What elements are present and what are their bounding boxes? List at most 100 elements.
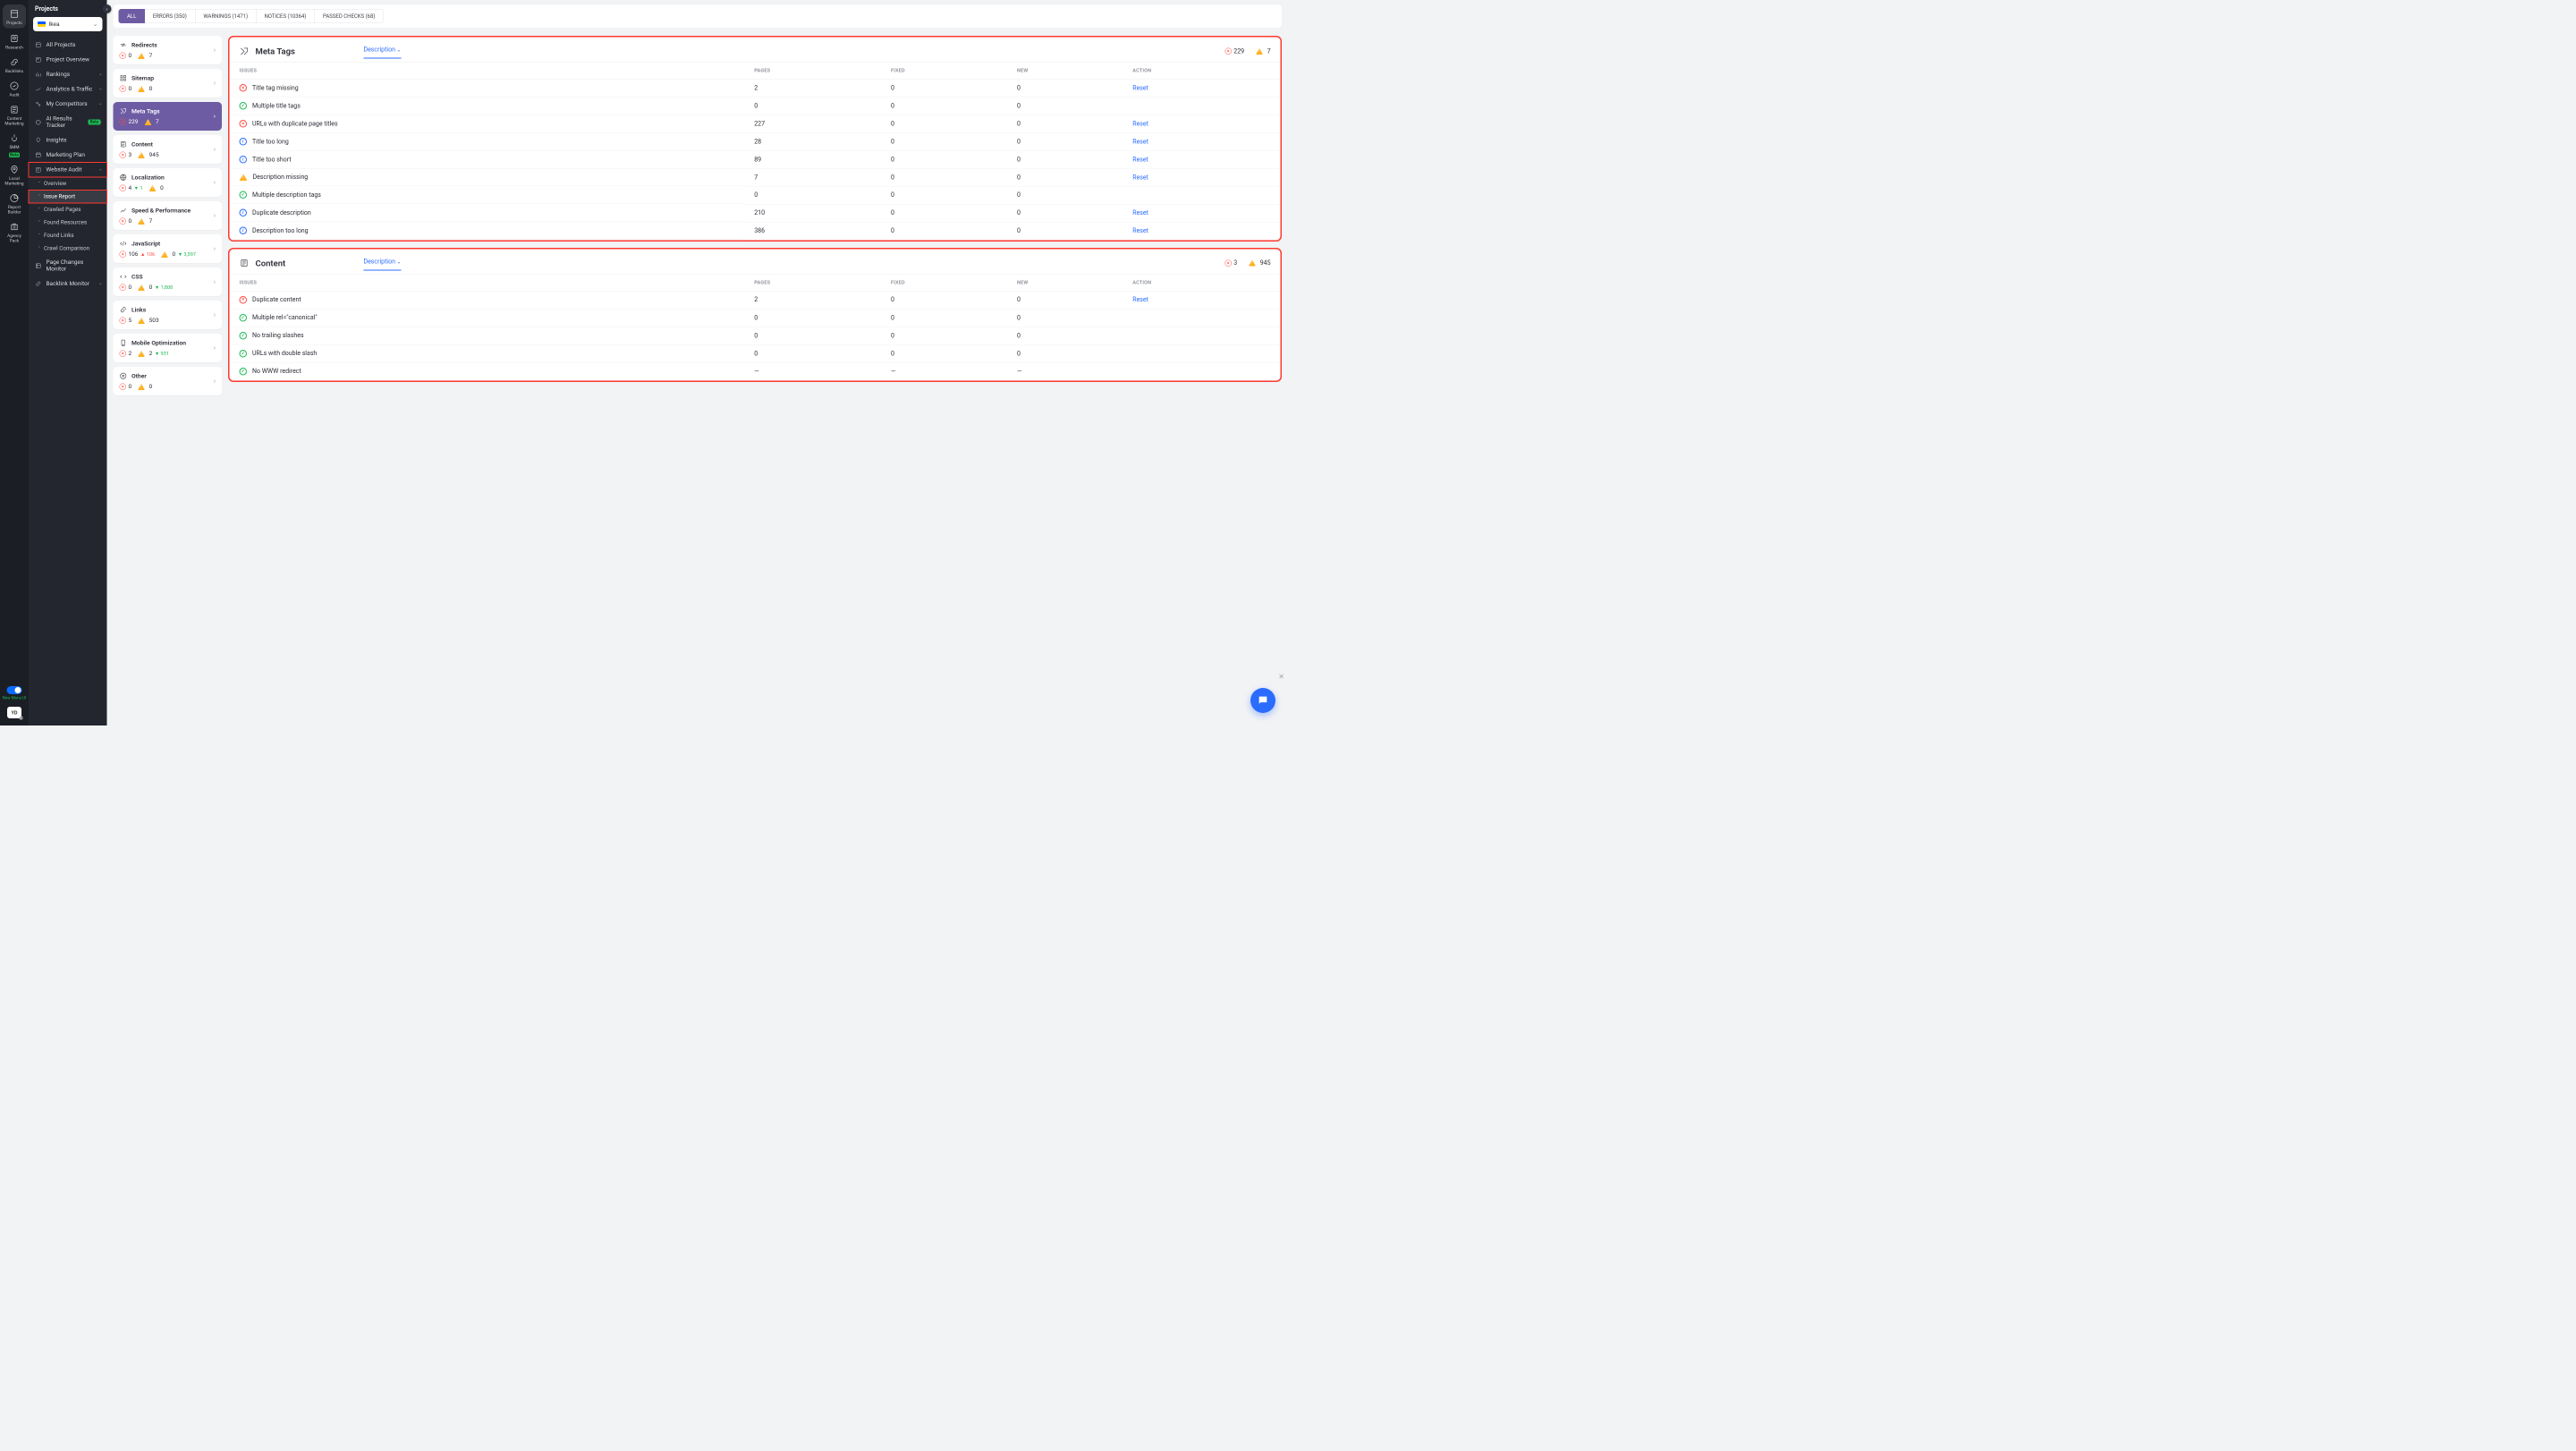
ok-icon [240,368,248,376]
filter-all[interactable]: ALL [119,9,145,23]
nav-project-overview[interactable]: Project Overview [29,53,107,68]
project-name: Ikea [49,21,60,28]
rail-research[interactable]: Research [0,30,29,54]
sidebar-title: Projects [29,0,107,17]
nav-ai-results-tracker[interactable]: AI Results TrackerBeta [29,112,107,133]
reset-link[interactable]: Reset [1132,139,1148,146]
project-select[interactable]: Ikea [33,17,103,31]
filter-warnings[interactable]: WARNINGS (1471) [195,9,256,23]
category-mobile[interactable]: Mobile Optimization 2 2▼ 931 [114,334,223,362]
reset-link[interactable]: Reset [1132,174,1148,181]
rail-agency[interactable]: AgencyPack [0,217,29,246]
reset-link[interactable]: Reset [1132,209,1148,216]
issue-row[interactable]: Duplicate description 21000 Reset [230,204,1281,222]
reset-link[interactable]: Reset [1132,84,1148,91]
reset-link[interactable]: Reset [1132,227,1148,234]
nav-marketing-plan[interactable]: Marketing Plan [29,148,107,163]
panel-content: Content Description 3 945 ISSUESPAGES FI… [228,248,1282,382]
category-other[interactable]: Other 0 0 [114,367,223,395]
rail-report[interactable]: ReportBuilder [0,189,29,217]
rail-projects[interactable]: Projects [3,4,26,29]
issue-row[interactable]: URLs with duplicate page titles 22700 Re… [230,115,1281,133]
reset-link[interactable]: Reset [1132,157,1148,164]
panel-title: Meta Tags [256,47,295,57]
issue-row[interactable]: Description too long 38600 Reset [230,222,1281,240]
project-flag-icon [38,21,46,27]
nav-website-audit[interactable]: Website Audit [29,163,107,178]
user-avatar[interactable]: YD [7,707,21,718]
reset-link[interactable]: Reset [1132,121,1148,128]
warning-icon [1249,260,1256,267]
category-metatags[interactable]: Meta Tags 229 7 [114,102,223,131]
ok-icon [240,314,248,322]
category-links[interactable]: Links 5 503 [114,301,223,329]
subnav-found-resources[interactable]: Found Resources [29,216,107,230]
category-localization[interactable]: Localization 4▼ 1 0 [114,168,223,197]
rail-audit[interactable]: Audit [0,77,29,101]
issue-row[interactable]: Description missing 700 Reset [230,169,1281,187]
sidebar: ‹ Projects Ikea All ProjectsProject Over… [29,0,107,726]
ok-icon [240,102,248,110]
panel-title: Content [256,258,286,268]
issue-row[interactable]: No trailing slashes 000 [230,327,1281,344]
issue-row[interactable]: Duplicate content 200 Reset [230,291,1281,309]
nav-all-projects[interactable]: All Projects [29,38,107,53]
category-speed[interactable]: Speed & Performance 0 7 [114,201,223,230]
issue-row[interactable]: Title tag missing 200 Reset [230,79,1281,97]
collapse-sidebar-button[interactable]: ‹ [103,4,112,13]
reset-link[interactable]: Reset [1132,296,1148,303]
nav-my-competitors[interactable]: My Competitors [29,97,107,112]
content-icon [240,259,250,268]
rail-backlinks[interactable]: Backlinks [0,53,29,77]
info-icon [240,209,248,217]
category-content[interactable]: Content 3 945 [114,135,223,164]
close-icon[interactable]: ✕ [1278,673,1284,682]
chat-fab[interactable] [1250,688,1275,713]
filter-bar: ALLERRORS (350)WARNINGS (1471)NOTICES (1… [114,4,1283,28]
error-icon [1224,259,1232,267]
rail-content[interactable]: ContentMarketing [0,100,29,129]
subnav-found-links[interactable]: Found Links [29,229,107,242]
issue-row[interactable]: Multiple title tags 000 [230,98,1281,115]
rail-local[interactable]: LocalMarketing [0,160,29,189]
category-column: Redirects 0 7 Sitemap 0 0 Meta Tags 229 … [114,36,223,726]
err-icon [240,120,248,128]
category-sitemap[interactable]: Sitemap 0 0 [114,69,223,98]
filter-passed[interactable]: PASSED CHECKS (68) [315,9,384,23]
nav-insights[interactable]: Insights [29,133,107,148]
meta-tags-icon [240,47,250,56]
nav-page-changes-monitor[interactable]: Page Changes Monitor [29,255,107,276]
issue-row[interactable]: Title too long 2800 Reset [230,133,1281,151]
rail-smm[interactable]: SMMBeta [0,129,29,160]
filter-errors[interactable]: ERRORS (350) [145,9,195,23]
nav-analytics-traffic[interactable]: Analytics & Traffic [29,82,107,98]
panel-meta-tags: Meta Tags Description 229 7 ISSUESPAGES … [228,36,1282,242]
subnav-issue-report[interactable]: Issue Report [29,191,107,204]
new-menu-toggle[interactable]: New Menu UI [3,686,27,700]
err-icon [240,296,248,304]
issue-row[interactable]: No WWW redirect ——— [230,362,1281,380]
main-content: ALLERRORS (350)WARNINGS (1471)NOTICES (1… [107,0,1289,726]
ok-icon [240,191,248,199]
nav-rankings[interactable]: Rankings [29,67,107,82]
issue-row[interactable]: Title too short 8900 Reset [230,151,1281,169]
description-dropdown[interactable]: Description [364,47,402,59]
error-icon [1224,48,1232,55]
issue-row[interactable]: Multiple description tags 000 [230,186,1281,204]
nav-backlink-monitor[interactable]: Backlink Monitor [29,276,107,292]
issue-row[interactable]: Multiple rel="canonical" 000 [230,309,1281,327]
warning-icon [1256,48,1263,55]
info-icon [240,138,248,146]
issue-panels: Meta Tags Description 229 7 ISSUESPAGES … [228,36,1282,726]
category-css[interactable]: CSS 0 0▼ 1,808 [114,267,223,296]
issue-row[interactable]: URLs with double slash 000 [230,344,1281,362]
category-javascript[interactable]: JavaScript 106▲ 106 0▼ 3,597 [114,234,223,263]
subnav-crawled-pages[interactable]: Crawled Pages [29,203,107,216]
ok-icon [240,332,248,340]
filter-notices[interactable]: NOTICES (10364) [257,9,315,23]
subnav-crawl-comparison[interactable]: Crawl Comparison [29,242,107,256]
description-dropdown[interactable]: Description [364,258,402,270]
category-redirects[interactable]: Redirects 0 7 [114,36,223,64]
subnav-overview[interactable]: Overview [29,177,107,191]
info-icon [240,227,248,235]
